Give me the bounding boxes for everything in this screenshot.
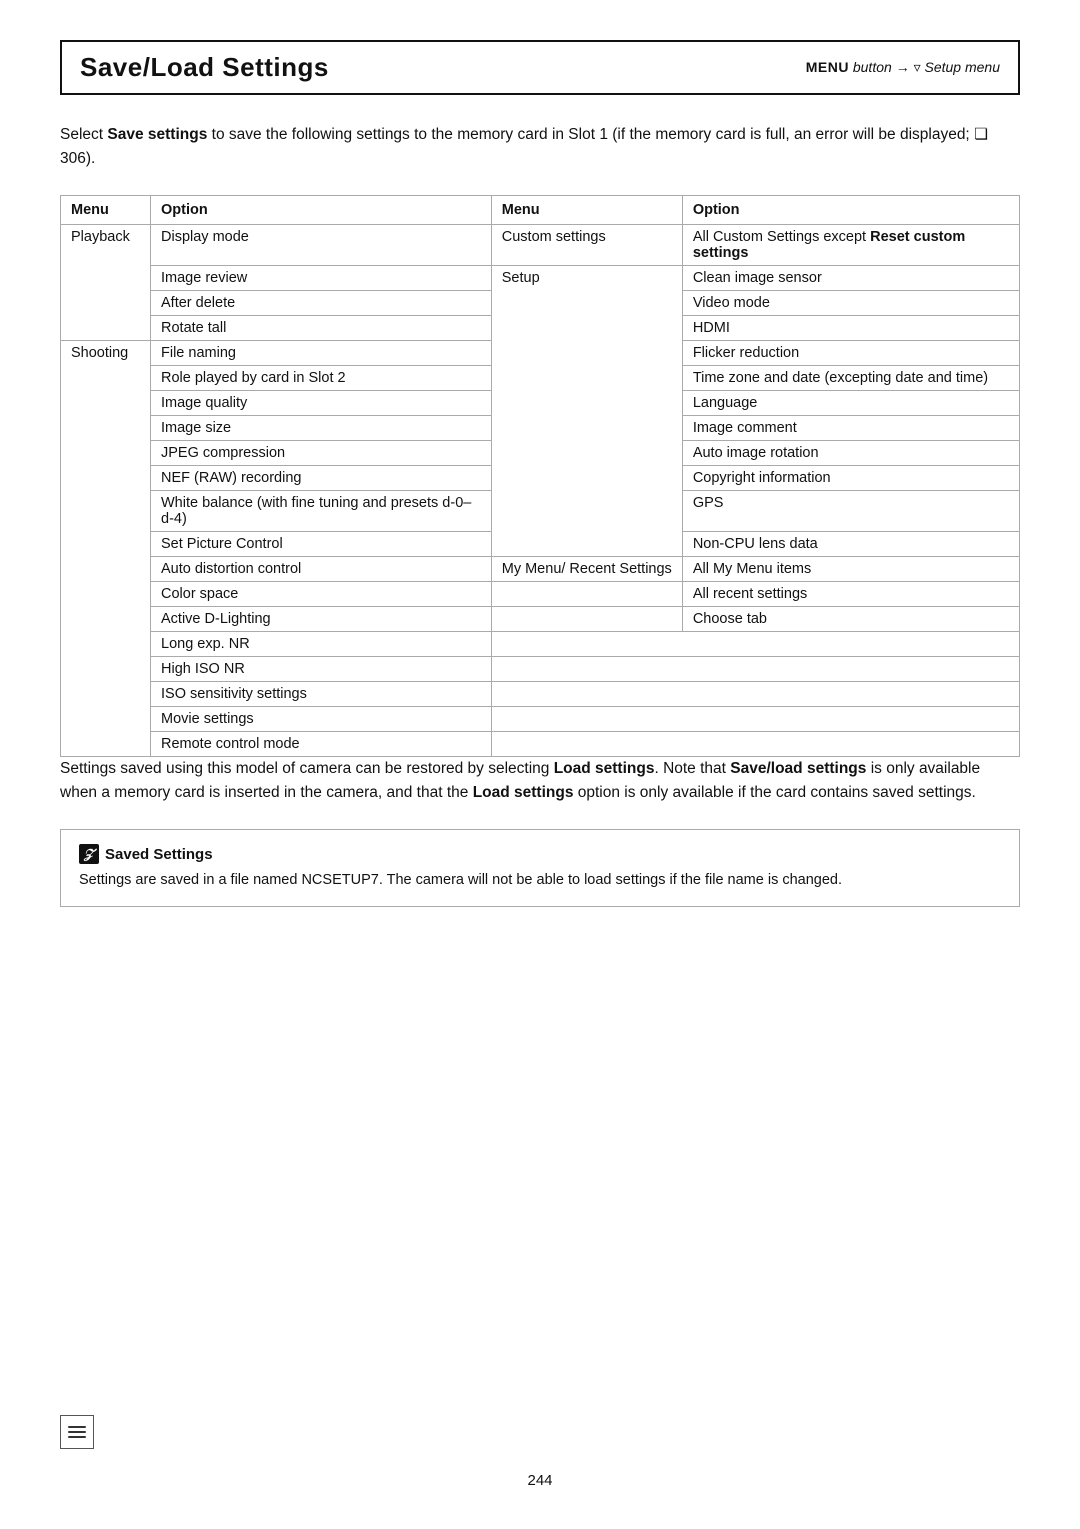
table-row: Playback Display mode Custom settings Al… <box>61 225 1020 266</box>
note-title: 𝒵 Saved Settings <box>79 844 1001 864</box>
option-video-mode: Video mode <box>682 291 1019 316</box>
col1-header-option: Option <box>151 196 492 225</box>
table-row: Image review Setup Clean image sensor <box>61 266 1020 291</box>
option-image-review: Image review <box>151 266 492 291</box>
option-image-comment: Image comment <box>682 416 1019 441</box>
option-choose-tab: Choose tab <box>682 607 1019 632</box>
note-icon: 𝒵 <box>79 844 99 864</box>
option-file-naming: File naming <box>151 341 492 366</box>
bottom-text1: Settings saved using this model of camer… <box>60 760 554 777</box>
table-row: High ISO NR <box>61 657 1020 682</box>
menu-icon-box <box>60 1415 94 1449</box>
option-auto-rotation: Auto image rotation <box>682 441 1019 466</box>
option-gps: GPS <box>682 491 1019 532</box>
bottom-bold1: Load settings <box>554 760 655 777</box>
option-jpeg: JPEG compression <box>151 441 492 466</box>
intro-text1: Select <box>60 126 107 143</box>
menu-icon-line2 <box>68 1431 86 1433</box>
menu-label: MENU <box>806 59 849 75</box>
menu-icon-line1 <box>68 1426 86 1428</box>
option-mymenu-items: All My Menu items <box>682 557 1019 582</box>
menu-choose-empty <box>491 607 682 632</box>
page-title: Save/Load Settings <box>80 52 329 83</box>
option-image-quality: Image quality <box>151 391 492 416</box>
menu-setup: Setup <box>491 266 682 557</box>
settings-table: Menu Option Menu Option Playback Display… <box>60 195 1020 757</box>
note-text: Settings are saved in a file named NCSET… <box>79 870 1001 892</box>
menu-playback: Playback <box>61 225 151 341</box>
option-display-mode: Display mode <box>151 225 492 266</box>
option-dlighting: Active D-Lighting <box>151 607 492 632</box>
menu-italic: button <box>853 59 896 75</box>
table-row: Long exp. NR <box>61 632 1020 657</box>
empty-cell5 <box>491 732 1019 757</box>
option-role-card: Role played by card in Slot 2 <box>151 366 492 391</box>
setup-icon: ▿ <box>914 59 925 75</box>
option-image-size: Image size <box>151 416 492 441</box>
page: Save/Load Settings MENU button → ▿ Setup… <box>0 0 1080 1529</box>
option-movie: Movie settings <box>151 707 492 732</box>
intro-text3: ). <box>86 150 95 167</box>
intro-bold1: Save settings <box>107 126 207 143</box>
option-iso-sens: ISO sensitivity settings <box>151 682 492 707</box>
intro-paragraph: Select Save settings to save the followi… <box>60 123 1020 171</box>
bottom-bold3: Load settings <box>473 784 574 801</box>
menu-mymenu: My Menu/ Recent Settings <box>491 557 682 582</box>
table-row: Movie settings <box>61 707 1020 732</box>
arrow: → <box>896 59 910 75</box>
table-row: Color space All recent settings <box>61 582 1020 607</box>
note-title-text: Saved Settings <box>105 846 213 863</box>
option-distortion: Auto distortion control <box>151 557 492 582</box>
option-rotate-tall: Rotate tall <box>151 316 492 341</box>
bottom-text4: option is only available if the card con… <box>573 784 975 801</box>
menu-shooting: Shooting <box>61 341 151 757</box>
menu-recent-empty <box>491 582 682 607</box>
option-custom-settings: All Custom Settings except Reset custom … <box>682 225 1019 266</box>
col2-header-option: Option <box>682 196 1019 225</box>
option-copyright: Copyright information <box>682 466 1019 491</box>
table-row: Active D-Lighting Choose tab <box>61 607 1020 632</box>
option-wb: White balance (with fine tuning and pres… <box>151 491 492 532</box>
option-clean-image: Clean image sensor <box>682 266 1019 291</box>
table-row: Remote control mode <box>61 732 1020 757</box>
bottom-text2: . Note that <box>654 760 730 777</box>
setup-label: Setup menu <box>925 59 1001 75</box>
empty-cell <box>491 632 1019 657</box>
option-colorspace: Color space <box>151 582 492 607</box>
option-hdmi: HDMI <box>682 316 1019 341</box>
option-highiso: High ISO NR <box>151 657 492 682</box>
bottom-paragraph: Settings saved using this model of camer… <box>60 757 1020 805</box>
col2-header-menu: Menu <box>491 196 682 225</box>
note-box: 𝒵 Saved Settings Settings are saved in a… <box>60 829 1020 907</box>
option-after-delete: After delete <box>151 291 492 316</box>
table-row: ISO sensitivity settings <box>61 682 1020 707</box>
intro-text2: to save the following settings to the me… <box>207 126 974 143</box>
empty-cell3 <box>491 682 1019 707</box>
option-recent-settings: All recent settings <box>682 582 1019 607</box>
option-nef: NEF (RAW) recording <box>151 466 492 491</box>
menu-icon-line3 <box>68 1436 86 1438</box>
empty-cell2 <box>491 657 1019 682</box>
option-language: Language <box>682 391 1019 416</box>
option-flicker: Flicker reduction <box>682 341 1019 366</box>
menu-path: MENU button → ▿ Setup menu <box>806 59 1000 76</box>
col1-header-menu: Menu <box>61 196 151 225</box>
option-remote: Remote control mode <box>151 732 492 757</box>
option-pic-control: Set Picture Control <box>151 532 492 557</box>
empty-cell4 <box>491 707 1019 732</box>
page-header: Save/Load Settings MENU button → ▿ Setup… <box>60 40 1020 95</box>
table-row: Auto distortion control My Menu/ Recent … <box>61 557 1020 582</box>
bottom-bold2: Save/load settings <box>730 760 866 777</box>
option-timezone: Time zone and date (excepting date and t… <box>682 366 1019 391</box>
menu-custom: Custom settings <box>491 225 682 266</box>
page-number: 244 <box>527 1472 552 1489</box>
option-noncpu: Non-CPU lens data <box>682 532 1019 557</box>
option-longexp: Long exp. NR <box>151 632 492 657</box>
